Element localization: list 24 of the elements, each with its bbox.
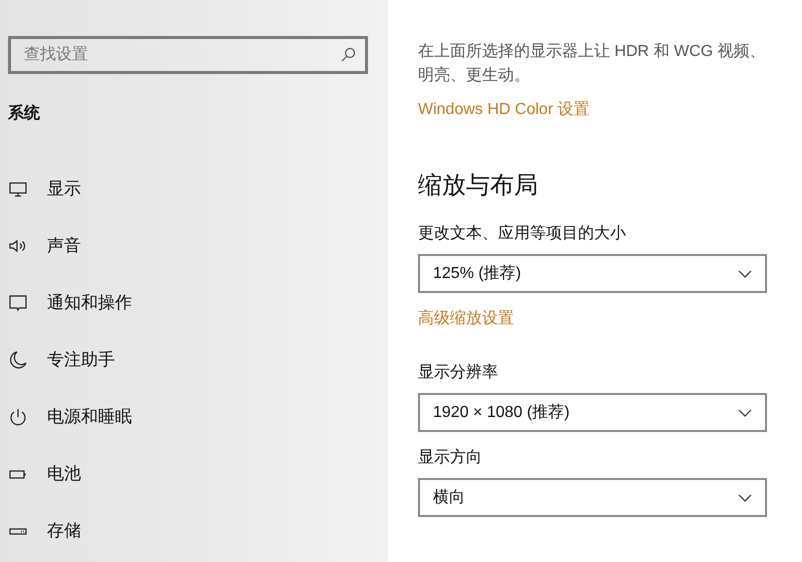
section-heading: 缩放与布局 bbox=[418, 171, 539, 201]
nav-item[interactable]: 显示 bbox=[0, 159, 388, 219]
chevron-down-icon bbox=[738, 494, 752, 502]
nav-item[interactable]: 电池 bbox=[0, 444, 388, 504]
moon-icon bbox=[8, 350, 28, 370]
nav-item[interactable]: 专注助手 bbox=[0, 330, 388, 390]
dropdown[interactable]: 横向 bbox=[418, 478, 767, 517]
message-icon bbox=[8, 293, 28, 313]
dropdown[interactable]: 125% (推荐) bbox=[418, 254, 767, 293]
search-icon bbox=[340, 47, 356, 63]
nav-item[interactable]: 电源和睡眠 bbox=[0, 387, 388, 447]
power-icon bbox=[8, 407, 28, 427]
search-field[interactable]: 查找设置 bbox=[8, 36, 368, 74]
section-title: 系统 bbox=[8, 103, 41, 124]
setting-label: 显示方向 bbox=[418, 448, 483, 468]
nav-item[interactable]: 通知和操作 bbox=[0, 273, 388, 333]
dropdown[interactable]: 1920 × 1080 (推荐) bbox=[418, 393, 767, 432]
chevron-down-icon bbox=[738, 408, 752, 416]
setting-label: 更改文本、应用等项目的大小 bbox=[418, 224, 627, 244]
setting-label: 显示分辨率 bbox=[418, 362, 499, 383]
chevron-down-icon bbox=[738, 270, 752, 278]
description: 在上面所选择的显示器上让 HDR 和 WCG 视频、 明亮、更生动。 bbox=[418, 42, 767, 86]
nav-item[interactable]: 声音 bbox=[0, 216, 388, 276]
nav-item[interactable]: 存储 bbox=[0, 501, 388, 561]
